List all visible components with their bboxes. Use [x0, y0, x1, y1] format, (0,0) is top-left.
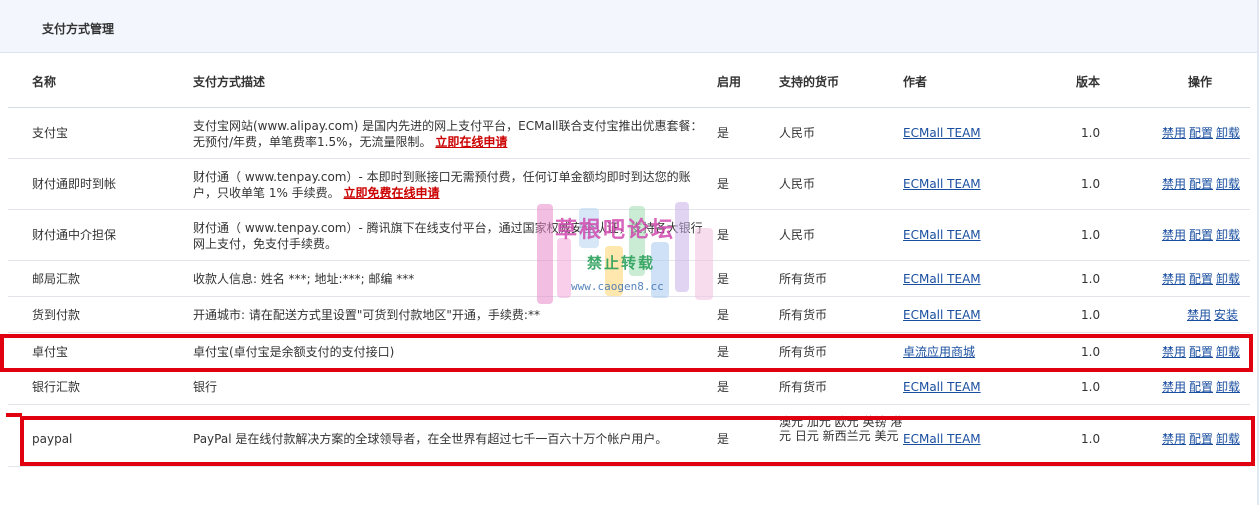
- uninstall-button[interactable]: 卸载: [1216, 126, 1240, 140]
- payment-desc: 支付宝网站(www.alipay.com) 是国内先进的网上支付平台，ECMal…: [193, 118, 713, 150]
- disable-button[interactable]: 禁用: [1162, 432, 1186, 446]
- enabled-value: 是: [717, 432, 730, 446]
- payment-name: 财付通即时到帐: [32, 177, 117, 191]
- currency-value: 澳元 加元 欧元 英镑 港元 日元 新西兰元 美元: [779, 415, 903, 443]
- row-ops: 禁用 配置 卸载: [1162, 379, 1240, 395]
- enabled-value: 是: [717, 380, 730, 394]
- version-value: 1.0: [1081, 345, 1101, 359]
- payment-desc: 卓付宝(卓付宝是余额支付的支付接口): [193, 345, 395, 359]
- row-ops: 禁用 配置 卸载: [1162, 431, 1240, 447]
- payment-name: 货到付款: [32, 308, 81, 322]
- version-value: 1.0: [1081, 432, 1101, 446]
- config-button[interactable]: 配置: [1189, 177, 1213, 191]
- table-row: 卓付宝 卓付宝(卓付宝是余额支付的支付接口) 是 所有货币 卓流应用商城 1.0…: [8, 333, 1250, 369]
- disable-button[interactable]: 禁用: [1162, 126, 1186, 140]
- col-head-version: 版本: [1076, 75, 1101, 89]
- uninstall-button[interactable]: 卸载: [1216, 432, 1240, 446]
- row-ops: 禁用 配置 卸载: [1162, 271, 1240, 287]
- apply-free-online-link[interactable]: 立即免费在线申请: [344, 186, 440, 200]
- version-value: 1.0: [1081, 380, 1101, 394]
- table-row: paypal PayPal 是在线付款解决方案的全球领导者，在全世界有超过七千一…: [8, 405, 1250, 467]
- author-link[interactable]: ECMall TEAM: [903, 125, 981, 141]
- row-ops: 禁用 配置 卸载: [1162, 176, 1240, 192]
- author-link[interactable]: ECMall TEAM: [903, 307, 981, 323]
- payment-desc-text: 财付通（ www.tenpay.com）- 本即时到账接口无需预付费，任何订单金…: [193, 170, 691, 200]
- table-row: 财付通中介担保 财付通（ www.tenpay.com）- 腾讯旗下在线支付平台…: [8, 210, 1250, 261]
- currency-value: 所有货币: [779, 308, 828, 322]
- version-value: 1.0: [1081, 177, 1101, 191]
- disable-button[interactable]: 禁用: [1162, 228, 1186, 242]
- disable-button[interactable]: 禁用: [1162, 272, 1186, 286]
- currency-value: 人民币: [779, 177, 816, 191]
- payment-desc: PayPal 是在线付款解决方案的全球领导者，在全世界有超过七千一百六十万个帐户…: [193, 432, 668, 446]
- currency-value: 所有货币: [779, 380, 828, 394]
- uninstall-button[interactable]: 卸载: [1216, 345, 1240, 359]
- payment-name: paypal: [32, 432, 73, 446]
- payment-name: 财付通中介担保: [32, 228, 117, 242]
- page-title: 支付方式管理: [42, 22, 115, 36]
- table-row: 支付宝 支付宝网站(www.alipay.com) 是国内先进的网上支付平台，E…: [8, 108, 1250, 159]
- enabled-value: 是: [717, 177, 730, 191]
- table-row: 银行汇款 银行 是 所有货币 ECMall TEAM 1.0 禁用 配置 卸载: [8, 369, 1250, 405]
- author-link[interactable]: ECMall TEAM: [903, 379, 981, 395]
- disable-button[interactable]: 禁用: [1187, 308, 1211, 322]
- version-value: 1.0: [1081, 308, 1101, 322]
- payment-name: 银行汇款: [32, 380, 81, 394]
- config-button[interactable]: 配置: [1189, 432, 1213, 446]
- uninstall-button[interactable]: 卸载: [1216, 228, 1240, 242]
- install-button[interactable]: 安装: [1214, 308, 1238, 322]
- col-head-currency: 支持的货币: [779, 75, 840, 89]
- author-link[interactable]: ECMall TEAM: [903, 176, 981, 192]
- payment-desc: 收款人信息: 姓名 ***; 地址:***; 邮编 ***: [193, 272, 415, 286]
- payment-desc: 财付通（ www.tenpay.com）- 腾讯旗下在线支付平台，通过国家权威安…: [193, 221, 703, 251]
- table-row: 货到付款 开通城市: 请在配送方式里设置"可货到付款地区"开通，手续费:** 是…: [8, 297, 1250, 333]
- author-link[interactable]: ECMall TEAM: [903, 271, 981, 287]
- config-button[interactable]: 配置: [1189, 228, 1213, 242]
- col-head-name: 名称: [32, 75, 57, 89]
- currency-value: 人民币: [779, 228, 816, 242]
- col-head-enabled: 启用: [717, 75, 742, 89]
- enabled-value: 是: [717, 272, 730, 286]
- col-head-ops: 操作: [1188, 75, 1213, 89]
- row-ops: 禁用 配置 卸载: [1162, 227, 1240, 243]
- enabled-value: 是: [717, 126, 730, 140]
- payment-name: 支付宝: [32, 126, 69, 140]
- row-ops: 禁用 配置 卸载: [1162, 344, 1240, 360]
- enabled-value: 是: [717, 228, 730, 242]
- config-button[interactable]: 配置: [1189, 380, 1213, 394]
- config-button[interactable]: 配置: [1189, 272, 1213, 286]
- uninstall-button[interactable]: 卸载: [1216, 380, 1240, 394]
- disable-button[interactable]: 禁用: [1162, 177, 1186, 191]
- disable-button[interactable]: 禁用: [1162, 380, 1186, 394]
- payment-desc: 开通城市: 请在配送方式里设置"可货到付款地区"开通，手续费:**: [193, 308, 540, 322]
- enabled-value: 是: [717, 345, 730, 359]
- col-head-author: 作者: [903, 75, 928, 89]
- col-head-desc: 支付方式描述: [193, 75, 266, 89]
- version-value: 1.0: [1081, 272, 1101, 286]
- version-value: 1.0: [1081, 228, 1101, 242]
- disable-button[interactable]: 禁用: [1162, 345, 1186, 359]
- payment-name: 邮局汇款: [32, 272, 81, 286]
- table-row: 财付通即时到帐 财付通（ www.tenpay.com）- 本即时到账接口无需预…: [8, 159, 1250, 210]
- config-button[interactable]: 配置: [1189, 126, 1213, 140]
- payment-name: 卓付宝: [32, 345, 69, 359]
- version-value: 1.0: [1081, 126, 1101, 140]
- author-link[interactable]: ECMall TEAM: [903, 431, 981, 447]
- table-row: 邮局汇款 收款人信息: 姓名 ***; 地址:***; 邮编 *** 是 所有货…: [8, 261, 1250, 297]
- uninstall-button[interactable]: 卸载: [1216, 177, 1240, 191]
- payment-desc: 财付通（ www.tenpay.com）- 本即时到账接口无需预付费，任何订单金…: [193, 169, 713, 201]
- apply-online-link[interactable]: 立即在线申请: [435, 135, 507, 149]
- payment-desc: 银行: [193, 380, 218, 394]
- author-link[interactable]: ECMall TEAM: [903, 227, 981, 243]
- row-ops: 禁用 配置 卸载: [1162, 125, 1240, 141]
- currency-value: 人民币: [779, 126, 816, 140]
- uninstall-button[interactable]: 卸载: [1216, 272, 1240, 286]
- author-link[interactable]: 卓流应用商城: [903, 344, 975, 360]
- config-button[interactable]: 配置: [1189, 345, 1213, 359]
- currency-value: 所有货币: [779, 272, 828, 286]
- panel-header: 支付方式管理: [0, 0, 1259, 53]
- currency-value: 所有货币: [779, 345, 828, 359]
- enabled-value: 是: [717, 308, 730, 322]
- row-ops: 禁用 安装: [1187, 307, 1238, 323]
